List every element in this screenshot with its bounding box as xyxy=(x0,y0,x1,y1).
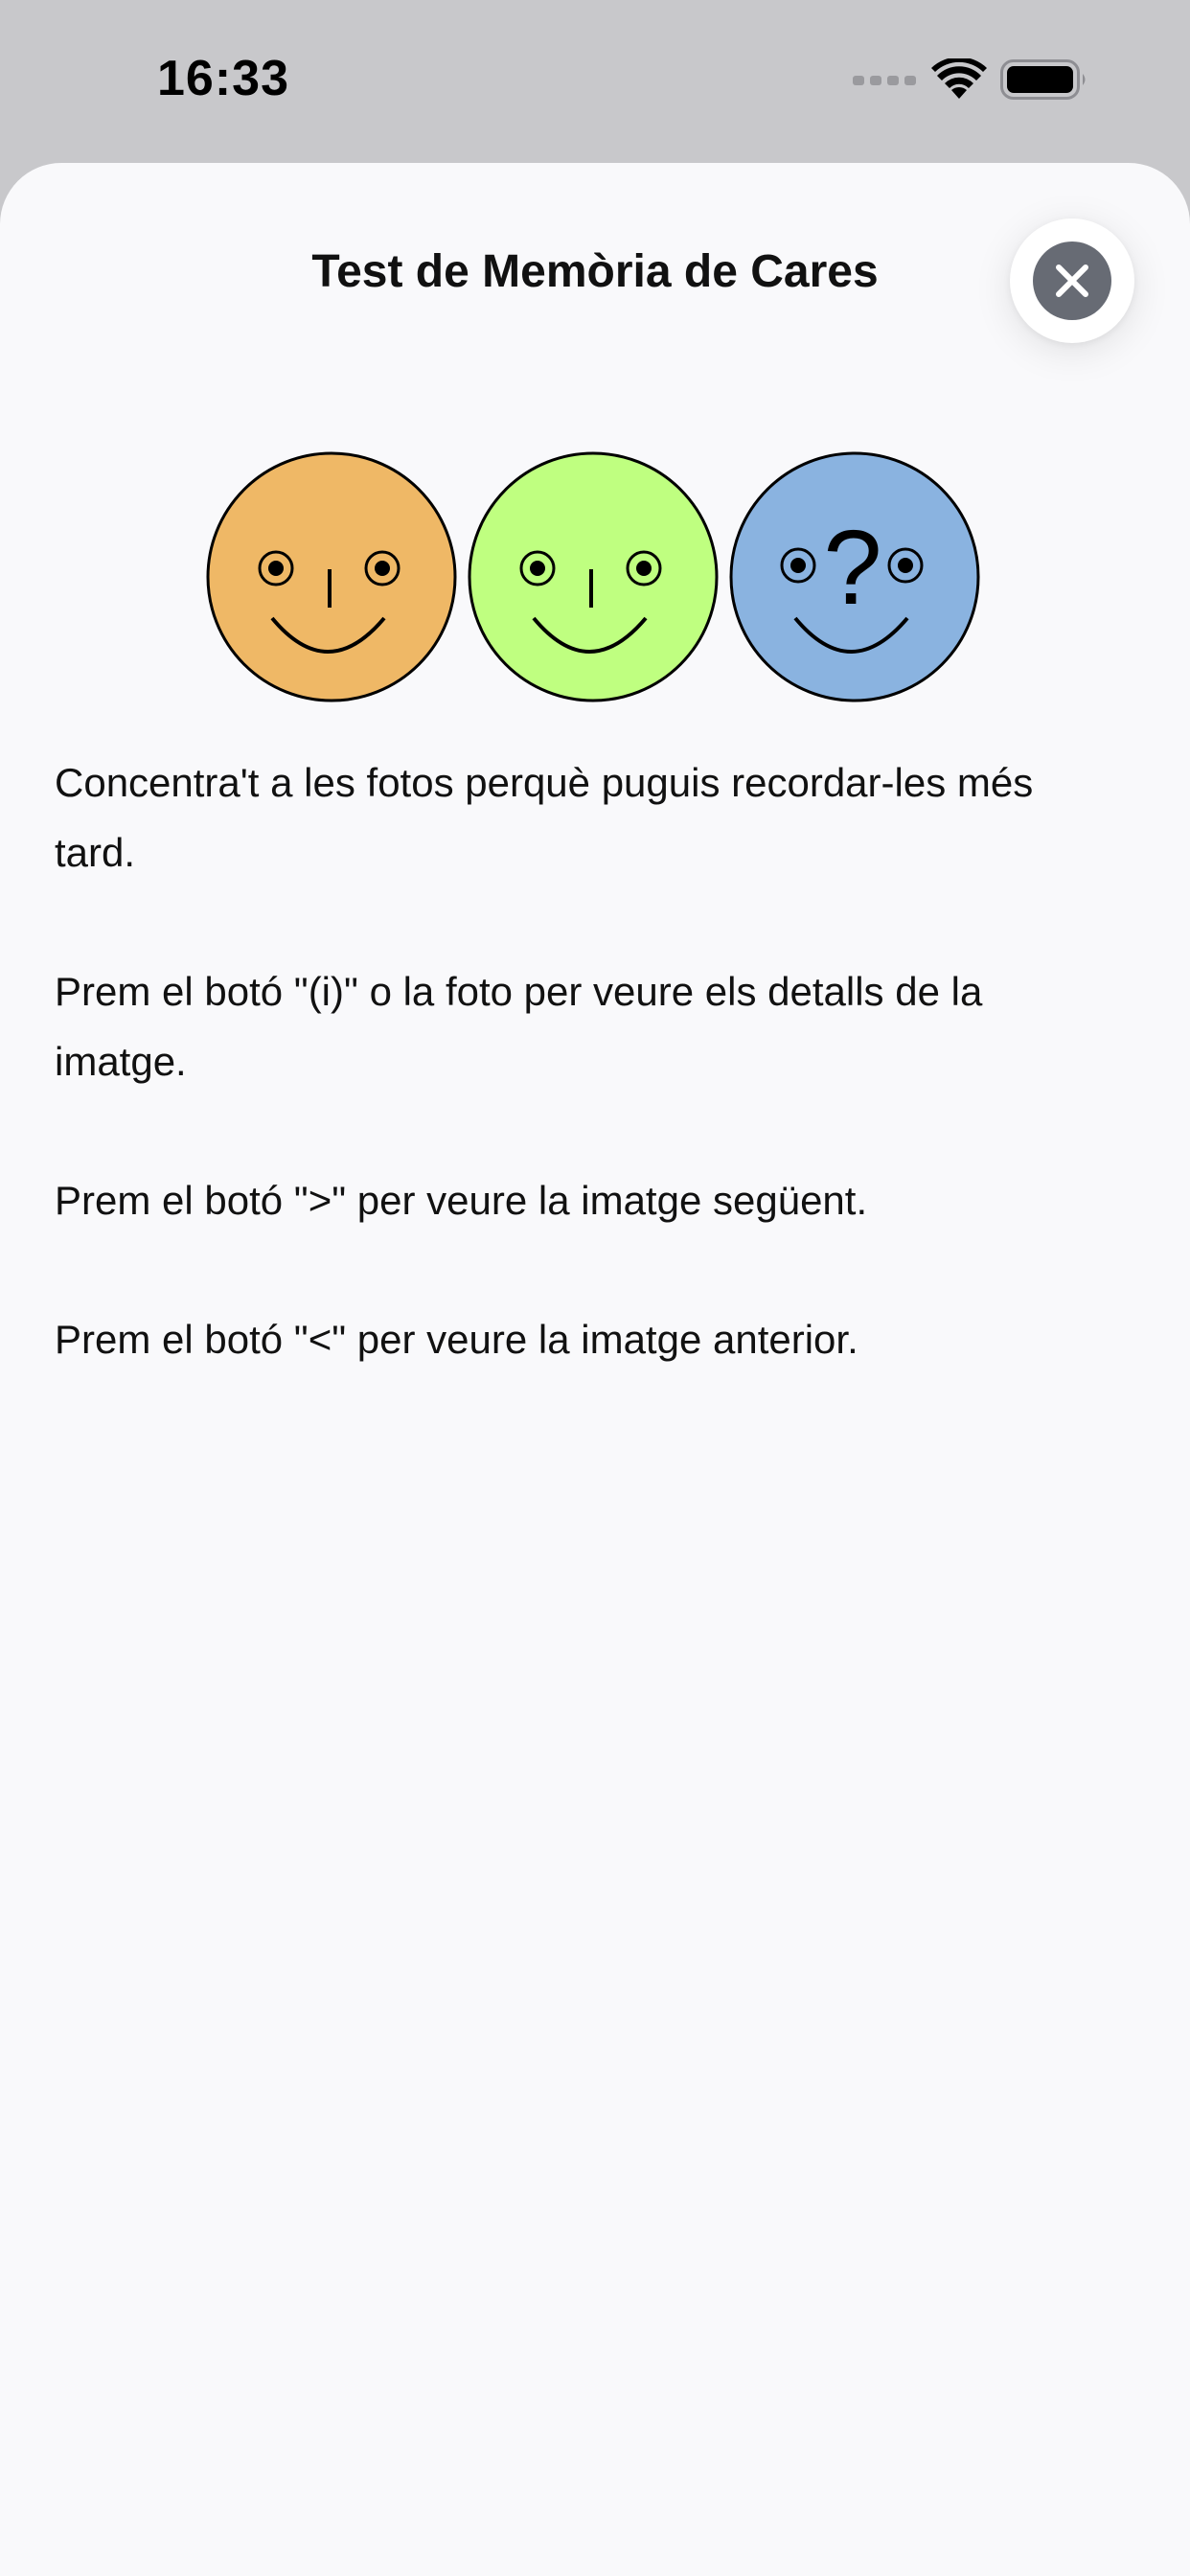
question-mark: ? xyxy=(823,509,881,627)
status-icons xyxy=(853,58,1088,102)
faces-illustration: ? xyxy=(205,450,985,709)
battery-icon xyxy=(1000,59,1086,100)
instruction-paragraph: Prem el botó "(i)" o la foto per veure e… xyxy=(55,969,983,1084)
instruction-paragraph: Prem el botó "<" per veure la imatge ant… xyxy=(55,1317,858,1362)
cellular-signal-icon xyxy=(853,76,916,85)
status-bar: 16:33 xyxy=(0,0,1190,163)
face-orange[interactable] xyxy=(205,450,458,703)
face-green[interactable] xyxy=(467,450,720,703)
instruction-paragraph: Prem el botó ">" per veure la imatge seg… xyxy=(55,1178,868,1223)
face-blue[interactable]: ? xyxy=(728,450,981,703)
modal-sheet: Test de Memòria de Cares ? Concentra't a… xyxy=(0,163,1190,2576)
wifi-icon xyxy=(931,58,987,99)
status-time: 16:33 xyxy=(157,51,289,106)
close-icon xyxy=(1033,242,1111,320)
instructions: Concentra't a les fotos perquè puguis re… xyxy=(55,748,1118,1443)
instruction-paragraph: Concentra't a les fotos perquè puguis re… xyxy=(55,760,1034,875)
close-button[interactable] xyxy=(1010,218,1134,343)
